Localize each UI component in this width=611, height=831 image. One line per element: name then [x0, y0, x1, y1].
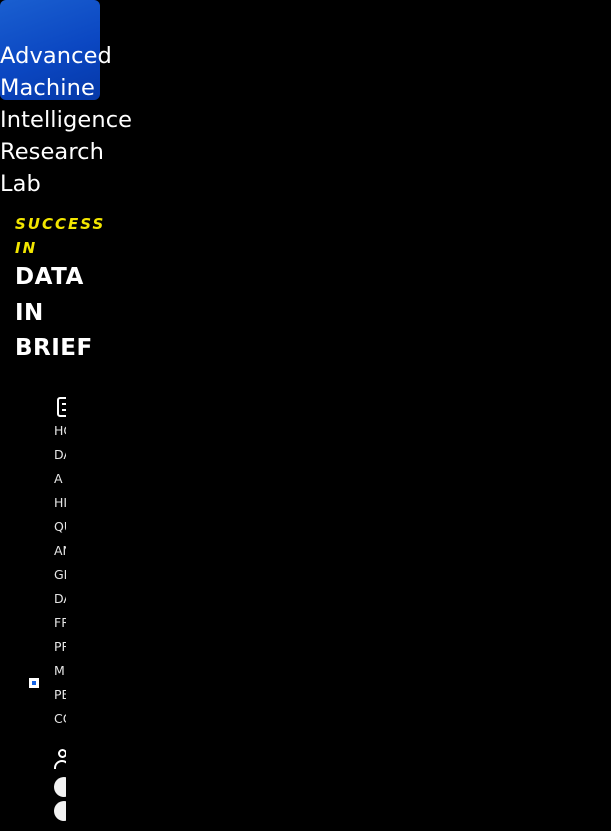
nav-item[interactable]: GE	[54, 563, 66, 587]
menu-icon[interactable]	[54, 395, 66, 419]
nav-item-active[interactable]: M	[54, 659, 66, 683]
nav-item[interactable]: PR	[54, 635, 66, 659]
social-icon-2[interactable]	[54, 801, 66, 821]
nav-item[interactable]: HI	[54, 491, 66, 515]
nav-item[interactable]: A	[54, 467, 66, 491]
tagline: SUCCESS IN DATA IN BRIEF	[15, 212, 106, 367]
nav-item[interactable]: DA	[54, 443, 66, 467]
tagline-main: DATA IN BRIEF	[15, 264, 93, 361]
nav-item[interactable]: HO	[54, 419, 66, 443]
nav-item[interactable]: AN	[54, 539, 66, 563]
nav-item[interactable]: FR	[54, 611, 66, 635]
lab-name[interactable]: Advanced Machine Intelligence Research L…	[0, 40, 140, 200]
user-icon[interactable]	[54, 745, 66, 773]
main-nav: HO DA A HI QU AN GE DA FR PR M PE CO	[54, 395, 66, 731]
page: Advanced Machine Intelligence Research L…	[0, 0, 611, 831]
tagline-accent: SUCCESS IN	[15, 215, 106, 257]
nav-list: HO DA A HI QU AN GE DA FR PR M PE CO	[54, 419, 66, 731]
nav-item[interactable]: PE	[54, 683, 66, 707]
nav-item[interactable]: DA	[54, 587, 66, 611]
active-nav-indicator	[29, 678, 39, 688]
user-section	[54, 745, 66, 831]
nav-item[interactable]: QU	[54, 515, 66, 539]
nav-item[interactable]: CO	[54, 707, 66, 731]
social-icon-1[interactable]	[54, 777, 66, 797]
